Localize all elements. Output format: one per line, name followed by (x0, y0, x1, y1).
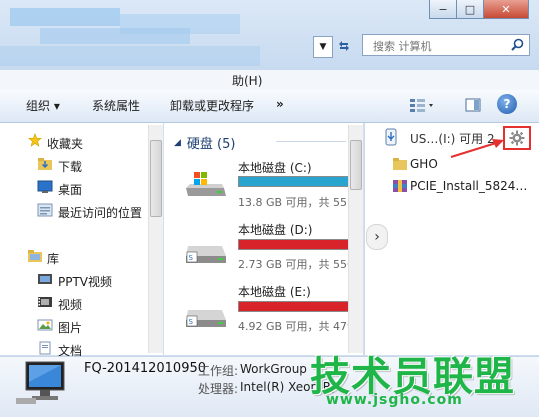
system-properties-button[interactable]: 系统属性 (92, 97, 140, 114)
expand-preview-button[interactable]: › (366, 224, 388, 250)
workgroup-label: 工作组: (198, 364, 239, 378)
nav-libraries[interactable]: 库 (47, 250, 59, 267)
more-commands-button[interactable]: » (276, 97, 284, 111)
drive-d-usage-bar (238, 239, 356, 250)
videos-icon (38, 297, 52, 307)
desktop-icon (37, 180, 53, 193)
drive-d-usage-fill (239, 240, 354, 249)
archive-icon (393, 180, 407, 192)
address-dropdown-button[interactable]: ▼ (313, 36, 333, 58)
local-drive-icon[interactable]: S (184, 296, 228, 330)
help-icon: ? (503, 97, 511, 111)
drive-e-usage-fill (239, 302, 354, 311)
change-view-button[interactable] (408, 95, 436, 115)
drive-c-usage-bar (238, 176, 356, 187)
usb-drive-icon (385, 128, 397, 146)
nav-downloads[interactable]: 下载 (58, 158, 82, 175)
computer-icon (16, 361, 65, 404)
nav-desktop[interactable]: 桌面 (58, 181, 82, 198)
svg-text:S: S (189, 318, 194, 326)
blurred-region (10, 8, 120, 26)
annotation-arrow (450, 139, 504, 158)
pictures-icon (37, 319, 53, 331)
drive-d-free-space: 2.73 GB 可用，共 556 (238, 258, 355, 271)
refresh-button[interactable] (334, 36, 354, 56)
documents-icon (39, 341, 51, 355)
search-input[interactable] (371, 36, 513, 56)
drive-e-free-space: 4.92 GB 可用，共 479 (238, 320, 355, 333)
drives-scrollbar-thumb[interactable] (350, 140, 362, 190)
computer-name: FQ-201412010950 (84, 361, 207, 376)
drive-e-name[interactable]: 本地磁盘 (E:) (238, 283, 311, 300)
minimize-button[interactable]: − (429, 0, 457, 19)
libraries-icon (28, 250, 42, 262)
recent-places-icon (37, 203, 53, 217)
video-library-icon (38, 274, 52, 284)
group-divider (276, 141, 346, 142)
drive-d-name[interactable]: 本地磁盘 (D:) (238, 221, 312, 238)
window-controls: − □ ✕ (429, 0, 529, 20)
menu-help[interactable]: 助(H) (232, 72, 262, 89)
workgroup-value: WorkGroup (240, 362, 307, 376)
help-button[interactable]: ? (497, 94, 517, 114)
drive-c-free-space: 13.8 GB 可用，共 55. (238, 196, 351, 209)
refresh-icon (339, 41, 349, 51)
blurred-region (0, 46, 260, 66)
nav-pptv-videos[interactable]: PPTV视频 (58, 273, 112, 290)
preview-pane-button[interactable] (462, 95, 484, 115)
menu-bar (0, 70, 539, 91)
search-box[interactable] (362, 34, 530, 56)
navigation-scrollbar-thumb[interactable] (150, 140, 162, 217)
organize-button[interactable]: 组织 ▾ (26, 97, 60, 114)
uninstall-program-button[interactable]: 卸载或更改程序 (170, 97, 254, 114)
local-drive-icon[interactable]: S (184, 232, 228, 266)
close-button[interactable]: ✕ (483, 0, 529, 19)
preview-item-pcie-install[interactable]: PCIE_Install_5824… (410, 179, 527, 193)
watermark-url: www.jsgho.com (326, 392, 463, 408)
chevron-down-icon: ▼ (319, 42, 327, 52)
nav-favorites[interactable]: 收藏夹 (47, 135, 83, 152)
nav-videos[interactable]: 视频 (58, 296, 82, 313)
usb-settings-button[interactable] (503, 126, 531, 150)
command-toolbar (0, 90, 539, 123)
star-icon (28, 133, 42, 147)
preview-item-gho[interactable]: GHO (410, 157, 438, 171)
drive-c-name[interactable]: 本地磁盘 (C:) (238, 159, 312, 176)
chevron-right-icon: › (374, 229, 380, 245)
nav-pictures[interactable]: 图片 (58, 319, 82, 336)
preview-pane-icon (465, 98, 481, 112)
processor-label: 处理器: (198, 382, 239, 396)
drive-c-usage-fill (239, 177, 354, 186)
magnifier-icon[interactable] (511, 38, 524, 54)
collapse-triangle-icon: ◢ (174, 137, 181, 148)
hard-drives-group-header[interactable]: ◢ 硬盘 (5) (174, 133, 235, 152)
maximize-button[interactable]: □ (456, 0, 484, 19)
svg-text:S: S (189, 254, 194, 262)
nav-recent-places[interactable]: 最近访问的位置 (58, 204, 142, 221)
folder-icon (393, 158, 407, 170)
group-title: 硬盘 (5) (186, 137, 236, 152)
gear-icon (509, 130, 525, 146)
drive-e-usage-bar (238, 301, 356, 312)
view-icon (410, 99, 433, 112)
downloads-folder-icon (38, 158, 52, 170)
system-drive-icon[interactable] (184, 168, 228, 202)
blurred-region (120, 14, 240, 34)
